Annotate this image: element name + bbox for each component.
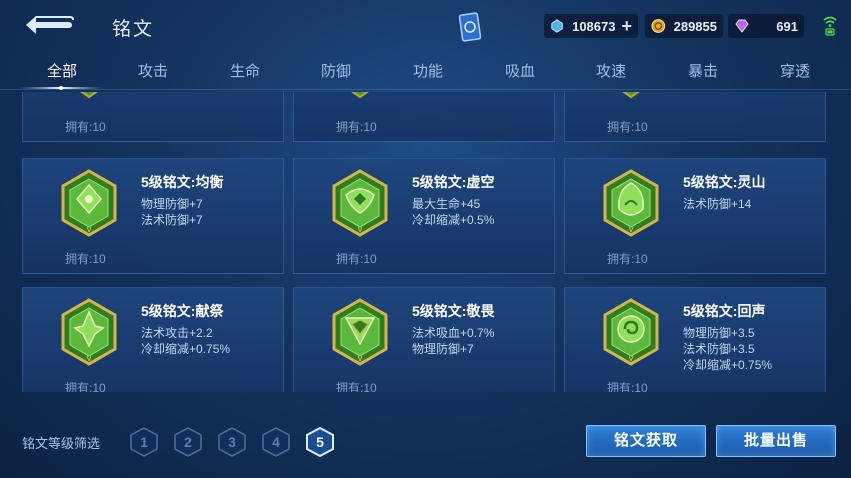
rune-stat: 最大生命+45 bbox=[412, 197, 481, 211]
level-filter-3[interactable]: 3 bbox=[218, 427, 246, 457]
rune-name: 5级铭文:敬畏 bbox=[412, 303, 495, 319]
rune-stat: 物理防御+3.5 bbox=[683, 326, 755, 340]
rune-stat: 冷却缩减+0.5% bbox=[412, 213, 495, 227]
tab-attack[interactable]: 攻击 bbox=[138, 60, 168, 81]
rune-stat: 冷却缩减+0.75% bbox=[683, 358, 773, 372]
level-filter-2[interactable]: 2 bbox=[174, 427, 202, 457]
rune-card-echo[interactable]: V 5级铭文:回声 物理防御+3.5 法术防御+3.5 冷却缩减+0.75% 拥… bbox=[564, 287, 826, 392]
owned-count: 拥有:10 bbox=[607, 252, 648, 266]
gold-amount: 289855 bbox=[673, 18, 717, 34]
level-filter-4[interactable]: 4 bbox=[262, 427, 290, 457]
crystal-icon bbox=[551, 19, 563, 33]
rune-card-awe[interactable]: V 5级铭文:敬畏 法术吸血+0.7% 物理防御+7 拥有:10 bbox=[293, 287, 555, 392]
crystal-amount: 108673 bbox=[572, 18, 616, 34]
rune-stat: 法术防御+14 bbox=[683, 197, 752, 211]
rune-icon bbox=[351, 92, 369, 99]
rune-stat: 法术攻击+2.2 bbox=[141, 326, 213, 340]
rune-stat: 物理防御+7 bbox=[412, 342, 474, 356]
obtain-rune-button[interactable]: 铭文获取 bbox=[586, 425, 706, 457]
awe-rune-icon: V bbox=[332, 298, 388, 366]
rune-stat: 冷却缩减+0.75% bbox=[141, 342, 231, 356]
rune-stat: 法术防御+7 bbox=[141, 213, 203, 227]
gem-icon bbox=[735, 19, 749, 33]
level-number: 3 bbox=[228, 434, 236, 450]
level-number: 1 bbox=[140, 434, 148, 450]
svg-text:V: V bbox=[87, 355, 92, 363]
rune-card-balance[interactable]: V 5级铭文:均衡 物理防御+7 法术防御+7 拥有:10 bbox=[22, 158, 284, 274]
rune-card-spirit-mountain[interactable]: V 5级铭文:灵山 法术防御+14 拥有:10 bbox=[564, 158, 826, 274]
rune-stat: 法术防御+3.5 bbox=[683, 342, 755, 356]
tab-penetration[interactable]: 穿透 bbox=[780, 60, 810, 81]
level-filter-label: 铭文等级筛选 bbox=[22, 436, 101, 451]
echo-rune-icon: V bbox=[603, 298, 659, 366]
level-number: 2 bbox=[184, 434, 192, 450]
void-rune-icon: V bbox=[332, 169, 388, 237]
spirit-mountain-rune-icon: V bbox=[603, 169, 659, 237]
crystal-currency: 108673 + bbox=[544, 14, 638, 38]
owned-count: 拥有:10 bbox=[607, 120, 648, 134]
tab-health[interactable]: 生命 bbox=[230, 60, 260, 81]
owned-count: 拥有:10 bbox=[607, 381, 648, 392]
gold-currency: 289855 bbox=[645, 14, 723, 38]
rune-name: 5级铭文:回声 bbox=[683, 303, 766, 319]
owned-count: 拥有:10 bbox=[336, 252, 377, 266]
balance-rune-icon: V bbox=[61, 169, 117, 237]
tab-all[interactable]: 全部 bbox=[47, 60, 77, 81]
rune-icon bbox=[80, 92, 98, 99]
rune-stats: 最大生命+45 冷却缩减+0.5% bbox=[412, 196, 494, 228]
tab-crit[interactable]: 暴击 bbox=[688, 60, 718, 81]
rune-stats: 法术攻击+2.2 冷却缩减+0.75% bbox=[141, 325, 230, 357]
svg-text:V: V bbox=[629, 226, 634, 234]
rune-name: 5级铭文:均衡 bbox=[141, 174, 224, 190]
svg-text:V: V bbox=[358, 355, 363, 363]
owned-count: 拥有:10 bbox=[65, 120, 106, 134]
rune-icon bbox=[622, 92, 640, 99]
tab-lifesteal[interactable]: 吸血 bbox=[505, 60, 535, 81]
gold-coin-icon bbox=[651, 19, 666, 33]
rune-stats: 法术防御+14 bbox=[683, 196, 751, 212]
page-title: 铭文 bbox=[112, 19, 155, 40]
rune-card[interactable]: 拥有:10 bbox=[564, 92, 826, 142]
level-filter-5[interactable]: 5 bbox=[306, 426, 334, 458]
owned-count: 拥有:10 bbox=[336, 381, 377, 392]
tab-divider bbox=[0, 89, 851, 90]
svg-text:V: V bbox=[629, 355, 634, 363]
level-filter-1[interactable]: 1 bbox=[130, 427, 158, 457]
add-crystal-button[interactable]: + bbox=[621, 16, 632, 37]
tab-attack-speed[interactable]: 攻速 bbox=[596, 60, 626, 81]
rune-name: 5级铭文:虚空 bbox=[412, 174, 495, 190]
owned-count: 拥有:10 bbox=[336, 120, 377, 134]
rune-card-void[interactable]: V 5级铭文:虚空 最大生命+45 冷却缩减+0.5% 拥有:10 bbox=[293, 158, 555, 274]
tab-defense[interactable]: 防御 bbox=[321, 60, 351, 81]
rune-stat: 物理防御+7 bbox=[141, 197, 203, 211]
rune-stats: 物理防御+3.5 法术防御+3.5 冷却缩减+0.75% bbox=[683, 325, 772, 373]
gem-amount: 691 bbox=[776, 18, 798, 34]
svg-text:V: V bbox=[87, 226, 92, 234]
rune-stats: 法术吸血+0.7% 物理防御+7 bbox=[412, 325, 494, 357]
owned-count: 拥有:10 bbox=[65, 381, 106, 392]
back-arrow-icon[interactable] bbox=[22, 14, 74, 36]
top-bar: 铭文 108673 + 289855 691 bbox=[0, 0, 851, 52]
rune-card[interactable]: 拥有:10 bbox=[293, 92, 555, 142]
rune-card-sacrifice[interactable]: V 5级铭文:献祭 法术攻击+2.2 冷却缩减+0.75% 拥有:10 bbox=[22, 287, 284, 392]
level-number: 4 bbox=[272, 434, 280, 450]
rune-stat: 法术吸血+0.7% bbox=[412, 326, 495, 340]
rune-stats: 物理防御+7 法术防御+7 bbox=[141, 196, 203, 228]
owned-count: 拥有:10 bbox=[65, 252, 106, 266]
sacrifice-rune-icon: V bbox=[61, 298, 117, 366]
wifi-signal-icon bbox=[823, 16, 837, 36]
rune-card-icon[interactable] bbox=[458, 12, 482, 42]
category-tabs: 全部 攻击 生命 防御 功能 吸血 攻速 暴击 穿透 bbox=[0, 56, 851, 90]
rune-name: 5级铭文:献祭 bbox=[141, 303, 224, 319]
tab-function[interactable]: 功能 bbox=[413, 60, 443, 81]
level-number: 5 bbox=[316, 434, 324, 450]
rune-grid[interactable]: 拥有:10 拥有:10 拥有:10 V 5级铭文:均衡 物理防御+7 法术防御+… bbox=[0, 92, 851, 392]
bulk-sell-button[interactable]: 批量出售 bbox=[716, 425, 836, 457]
svg-text:V: V bbox=[358, 226, 363, 234]
gem-currency: 691 bbox=[728, 14, 804, 38]
rune-card[interactable]: 拥有:10 bbox=[22, 92, 284, 142]
rune-name: 5级铭文:灵山 bbox=[683, 174, 766, 190]
